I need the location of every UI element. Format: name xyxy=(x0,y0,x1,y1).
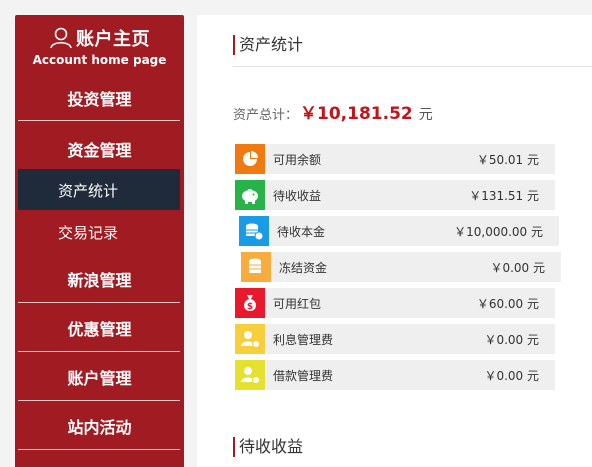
user-loan-icon xyxy=(235,360,265,390)
menu-label: 站内活动 xyxy=(67,418,132,437)
account-home-header[interactable]: 账户主页 Account home page xyxy=(15,15,184,71)
asset-row-label: 待收本金 xyxy=(277,225,326,239)
asset-row-pending-income: 待收收益 ￥131.51 元 xyxy=(235,180,555,210)
menu-account[interactable]: 账户管理 xyxy=(15,352,184,400)
user-icon xyxy=(50,27,72,49)
asset-row-red-packet: $ 可用红包 ￥60.00 元 xyxy=(235,288,555,318)
section-title-pending-income: 待收收益 xyxy=(233,437,303,457)
asset-row-value: ￥131.51 元 xyxy=(469,189,539,203)
asset-row-value: ￥50.01 元 xyxy=(476,153,539,167)
menu-sina[interactable]: 新浪管理 xyxy=(15,253,184,301)
svg-text:$: $ xyxy=(247,302,253,312)
asset-row-loan-fee: 借款管理费 ￥0.00 元 xyxy=(235,360,555,390)
asset-row-label: 利息管理费 xyxy=(273,333,334,347)
asset-row-value: ￥0.00 元 xyxy=(484,333,539,347)
submenu-asset-stats[interactable]: 资产统计 xyxy=(18,169,180,210)
asset-row-label: 可用红包 xyxy=(273,297,322,311)
asset-row-value: ￥10,000.00 元 xyxy=(454,225,543,239)
menu-label: 投资管理 xyxy=(67,90,132,109)
menu-label: 新浪管理 xyxy=(67,271,132,290)
menu-funds[interactable]: 资金管理 xyxy=(15,121,184,169)
asset-row-label: 待收收益 xyxy=(273,189,322,203)
sidebar: 账户主页 Account home page 投资管理 资金管理 资产统计 交易… xyxy=(15,15,184,467)
asset-total-unit: 元 xyxy=(418,107,433,123)
section-divider xyxy=(233,66,592,67)
menu-investment[interactable]: 投资管理 xyxy=(15,71,184,119)
frozen-database-icon xyxy=(241,252,271,282)
account-home-title: 账户主页 xyxy=(76,29,150,50)
coin-stack-icon xyxy=(239,216,269,246)
asset-row-interest-fee: 利息管理费 ￥0.00 元 xyxy=(235,324,555,354)
asset-row-value: ￥60.00 元 xyxy=(476,297,539,311)
menu-label: 资金管理 xyxy=(67,141,132,160)
divider xyxy=(18,449,180,450)
money-bag-icon: $ xyxy=(235,288,265,318)
asset-total: 资产总计： ￥10,181.52 元 xyxy=(233,99,433,124)
asset-row-pending-principal: 待收本金 ￥10,000.00 元 xyxy=(239,216,559,246)
piggy-bank-icon xyxy=(235,180,265,210)
submenu-label: 交易记录 xyxy=(58,224,119,242)
main-content: 资产统计 资产总计： ￥10,181.52 元 可用余额 ￥50.01 元 待收… xyxy=(197,15,592,467)
asset-total-amount: ￥10,181.52 xyxy=(300,104,413,124)
submenu-transactions[interactable]: 交易记录 xyxy=(18,213,180,251)
asset-row-frozen-funds: 冻结资金 ￥0.00 元 xyxy=(241,252,561,282)
asset-total-label: 资产总计： xyxy=(233,108,299,123)
asset-row-value: ￥0.00 元 xyxy=(484,369,539,383)
menu-site-activities[interactable]: 站内活动 xyxy=(15,401,184,449)
menu-label: 账户管理 xyxy=(67,369,132,388)
account-home-subtitle: Account home page xyxy=(32,53,167,67)
submenu-label: 资产统计 xyxy=(58,182,119,200)
asset-row-available: 可用余额 ￥50.01 元 xyxy=(235,144,555,174)
asset-row-value: ￥0.00 元 xyxy=(490,261,545,275)
asset-row-label: 冻结资金 xyxy=(279,261,328,275)
asset-row-label: 借款管理费 xyxy=(273,369,334,383)
section-title-asset-stats: 资产统计 xyxy=(233,35,303,55)
asset-row-label: 可用余额 xyxy=(273,153,322,167)
menu-discounts[interactable]: 优惠管理 xyxy=(15,303,184,351)
pie-chart-icon xyxy=(235,144,265,174)
user-interest-icon xyxy=(235,324,265,354)
menu-label: 优惠管理 xyxy=(67,320,132,339)
